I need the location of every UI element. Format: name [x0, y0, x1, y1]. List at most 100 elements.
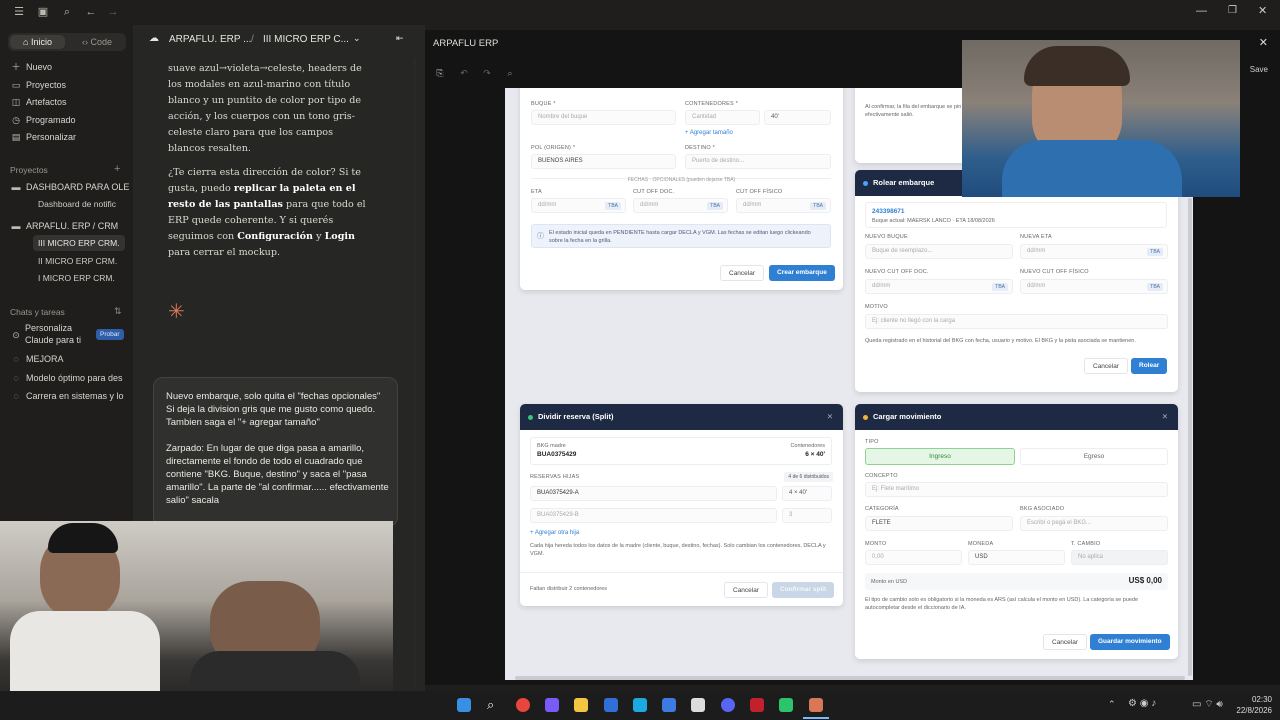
search-icon[interactable]: ⌕ — [60, 5, 74, 19]
sidebar-item-nuevo[interactable]: ＋ Nuevo — [10, 59, 52, 75]
app-icon[interactable] — [750, 698, 764, 712]
chat-item-active[interactable]: III MICRO ERP CRM. — [33, 235, 125, 251]
chat-scrollbar[interactable] — [413, 58, 416, 688]
confirmar-split-button[interactable]: Confirmar split — [772, 582, 835, 598]
size-select[interactable]: 40' — [764, 110, 831, 125]
zoom-icon[interactable]: ⌕ — [503, 66, 517, 80]
sidebar-item-artefactos[interactable]: ◫ Artefactos — [10, 94, 67, 110]
tba-toggle[interactable]: TBA — [1147, 248, 1163, 256]
claude-icon[interactable] — [809, 698, 823, 712]
nuevo-buque-input[interactable]: Buque de reemplazo... — [865, 244, 1013, 259]
save-button[interactable]: Save — [1250, 65, 1268, 74]
bkg-asociado-input[interactable]: Escribí o pegá el BKG... — [1020, 516, 1168, 531]
sidebar-item-programado[interactable]: ◷ Programado — [10, 112, 75, 128]
chevron-down-icon[interactable]: ⌄ — [353, 33, 361, 44]
back-icon[interactable]: ← — [84, 5, 98, 19]
cantidad-input[interactable]: Cantidad — [685, 110, 760, 125]
crear-embarque-button[interactable]: Crear embarque — [769, 265, 835, 281]
sidebar-item-proyectos[interactable]: ▭ Proyectos — [10, 77, 66, 93]
concepto-input[interactable]: Ej: Flete marítimo — [865, 482, 1168, 497]
chevron-up-icon[interactable]: ⌃ — [1108, 699, 1116, 710]
project-item[interactable]: ▬ ARPAFLU. ERP / CRM — [10, 218, 119, 234]
breadcrumb-project[interactable]: ARPAFLU. ERP ... — [169, 34, 251, 45]
maximize-icon[interactable]: ❐ — [1228, 5, 1237, 16]
tcambio-input[interactable]: No aplica — [1071, 550, 1168, 565]
monto-input[interactable]: 0,00 — [865, 550, 962, 565]
chat-carrera[interactable]: ◌ Carrera en sistemas y lo — [10, 388, 130, 404]
breadcrumb-chat[interactable]: III MICRO ERP C... — [263, 34, 349, 45]
chat-personaliza[interactable]: ⊙ Personaliza Claude para ti — [10, 322, 92, 348]
tba-toggle[interactable]: TBA — [605, 202, 621, 210]
network-icon[interactable]: ▭ ⌔ 🔊︎ — [1192, 698, 1223, 711]
moneda-select[interactable]: USD — [968, 550, 1065, 565]
buque-input[interactable]: Nombre del buque — [531, 110, 676, 125]
start-icon[interactable] — [457, 698, 471, 712]
app-icon[interactable] — [779, 698, 793, 712]
destino-select[interactable]: Puerto de destino... — [685, 154, 831, 169]
egreso-toggle[interactable]: Egreso — [1020, 448, 1168, 465]
project-item[interactable]: ▬ DASHBOARD PARA OLE — [10, 179, 130, 195]
calculator-icon[interactable] — [604, 698, 618, 712]
message-composer[interactable]: Nuevo embarque, solo quita el "fechas op… — [153, 377, 398, 527]
cancel-button[interactable]: Cancelar — [720, 265, 765, 281]
chat-mejora[interactable]: ◌ MEJORA — [10, 351, 63, 367]
copilot-icon[interactable] — [545, 698, 559, 712]
add-project-icon[interactable]: + — [114, 163, 120, 175]
explorer-icon[interactable] — [574, 698, 588, 712]
tray-icons[interactable]: ⚙ ◉ ♪ — [1128, 698, 1156, 709]
guardar-movimiento-button[interactable]: Guardar movimiento — [1090, 634, 1170, 650]
menu-icon[interactable]: ☰ — [12, 5, 26, 19]
try-badge[interactable]: Probar — [96, 329, 124, 340]
hija-qty[interactable]: 3 — [782, 508, 832, 523]
tab-inicio[interactable]: ⌂ Inicio — [10, 35, 65, 49]
chat-item[interactable]: II MICRO ERP CRM. — [38, 253, 138, 269]
tba-toggle[interactable]: TBA — [992, 283, 1008, 291]
notes-icon[interactable] — [633, 698, 647, 712]
motivo-select[interactable]: Ej: cliente no llegó con la carga — [865, 314, 1168, 329]
chat-modelo[interactable]: ◌ Modelo óptimo para des — [10, 370, 130, 386]
add-size-link[interactable]: + Agregar tamaño — [685, 130, 733, 136]
close-icon[interactable]: ✕ — [1258, 4, 1267, 17]
clock[interactable]: 02:30 22/8/2026 — [1236, 694, 1272, 716]
close-icon[interactable]: ✕ — [827, 404, 833, 430]
pol-select[interactable]: BUENOS AIRES — [531, 154, 676, 169]
close-icon[interactable]: ✕ — [1162, 404, 1168, 430]
ingreso-toggle[interactable]: Ingreso — [865, 448, 1015, 465]
minimize-icon[interactable]: — — [1196, 5, 1207, 17]
chat-item[interactable]: I MICRO ERP CRM. — [38, 270, 138, 286]
redo-icon[interactable]: ↷ — [480, 66, 494, 80]
hija-input[interactable]: BUA0375429-B — [530, 508, 777, 523]
tba-toggle[interactable]: TBA — [810, 202, 826, 210]
snip-icon[interactable] — [691, 698, 705, 712]
sidebar-toggle-icon[interactable]: ▣ — [36, 5, 50, 19]
cutdoc-input[interactable]: dd/mm TBA — [865, 279, 1013, 294]
chat-item[interactable]: Dashboard de notific — [38, 196, 128, 212]
tab-code[interactable]: ‹› Code — [72, 35, 122, 49]
eta-input[interactable]: dd/mm TBA — [531, 198, 626, 213]
hija-input[interactable]: BUA0375429-A — [530, 486, 777, 501]
cutfis-input[interactable]: dd/mm TBA — [736, 198, 831, 213]
preview-hscrollbar[interactable] — [515, 676, 1185, 680]
cancel-button[interactable]: Cancelar — [724, 582, 769, 598]
hija-qty[interactable]: 4 × 40' — [782, 486, 832, 501]
categoria-select[interactable]: FLETE — [865, 516, 1013, 531]
tba-toggle[interactable]: TBA — [1147, 283, 1163, 291]
discord-icon[interactable] — [721, 698, 735, 712]
undo-icon[interactable]: ↶ — [457, 66, 471, 80]
preview-scrollbar[interactable] — [1188, 198, 1192, 676]
tba-toggle[interactable]: TBA — [707, 202, 723, 210]
cancel-button[interactable]: Cancelar — [1043, 634, 1088, 650]
composer-input[interactable]: Nuevo embarque, solo quita el "fechas op… — [166, 390, 391, 507]
panel-toggle-icon[interactable]: ⇤ — [396, 33, 404, 44]
rolear-button[interactable]: Rolear — [1131, 358, 1168, 374]
app-icon[interactable] — [662, 698, 676, 712]
cutdoc-input[interactable]: dd/mm TBA — [633, 198, 728, 213]
search-icon[interactable]: ⌕ — [487, 698, 501, 712]
close-icon[interactable]: ✕ — [1259, 36, 1268, 49]
add-hija-link[interactable]: + Agregar otra hija — [530, 530, 579, 536]
cutfis-input[interactable]: dd/mm TBA — [1020, 279, 1168, 294]
forward-icon[interactable]: → — [106, 5, 120, 19]
nueva-eta-input[interactable]: dd/mm TBA — [1020, 244, 1168, 259]
filter-icon[interactable]: ⇅ — [114, 306, 122, 317]
cancel-button[interactable]: Cancelar — [1084, 358, 1129, 374]
